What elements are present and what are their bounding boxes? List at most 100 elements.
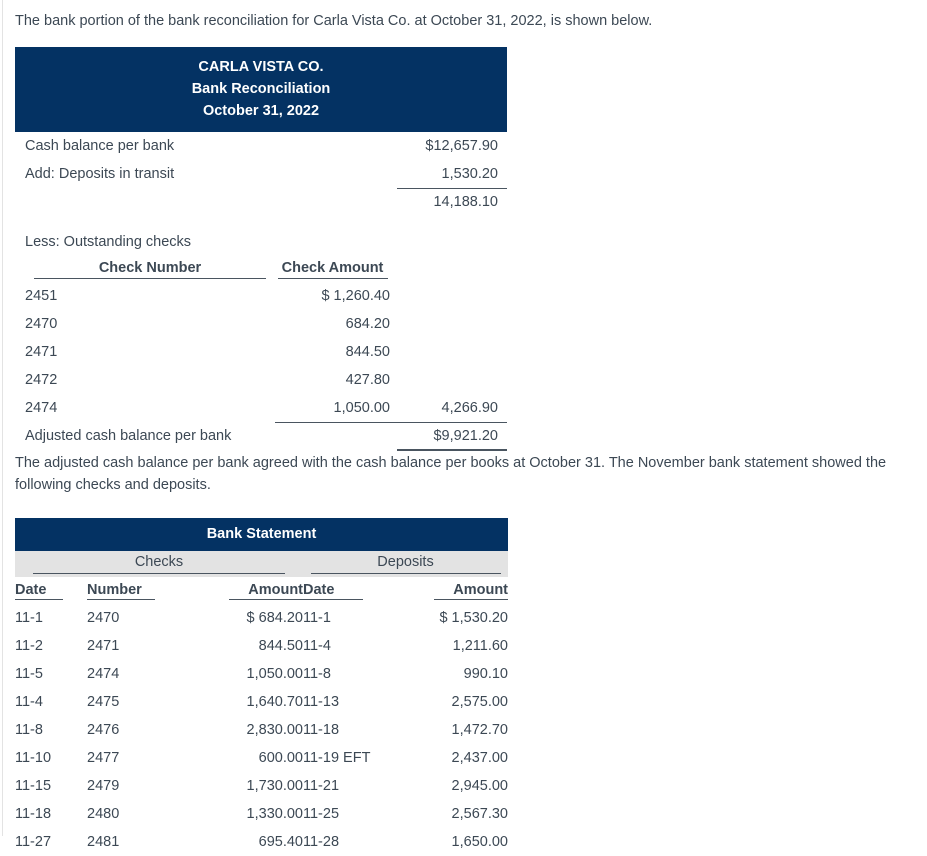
row-subtotal: 14,188.10: [15, 188, 507, 216]
bank-statement-group-headers: Checks Deposits: [15, 551, 508, 577]
cash-balance-value: $12,657.90: [397, 132, 507, 160]
cash-balance-label: Cash balance per bank: [15, 132, 275, 160]
check-date: 11-2: [15, 632, 87, 660]
deposit-amount: 2,575.00: [403, 688, 508, 716]
intro-paragraph: The bank portion of the bank reconciliat…: [15, 11, 913, 32]
deposit-amount: 2,945.00: [403, 772, 508, 800]
deposits-in-transit-value: 1,530.20: [397, 160, 507, 188]
cash-balance-spacer: [275, 132, 397, 160]
outstanding-total: 4,266.90: [397, 394, 507, 422]
deposit-amount: 2,437.00: [403, 744, 508, 772]
check-amount: 1,640.70: [179, 688, 303, 716]
adjusted-balance-value: $9,921.20: [397, 422, 507, 450]
bank-statement-title: Bank Statement: [15, 518, 508, 551]
check-amount: 1,330.00: [179, 800, 303, 828]
adjusted-balance-label: Adjusted cash balance per bank: [15, 422, 275, 450]
less-outstanding-spacer2: [397, 228, 507, 256]
outstanding-total: [397, 282, 507, 310]
deposits-in-transit-spacer: [275, 160, 397, 188]
check-row: 2471844.50: [15, 338, 507, 366]
bank-statement-row: 11-424751,640.7011-132,575.00: [15, 688, 508, 716]
check-amount: 844.50: [275, 338, 397, 366]
check-date: 11-1: [15, 604, 87, 632]
bank-statement-row: 11-272481695.4011-281,650.00: [15, 828, 508, 856]
row-check-column-headers: Check Number Check Amount: [15, 256, 507, 282]
check-date: 11-4: [15, 688, 87, 716]
bank-statement-row: 11-102477600.0011-19 EFT2,437.00: [15, 744, 508, 772]
gap-cell: [15, 216, 275, 228]
check-date: 11-27: [15, 828, 87, 856]
check-number: 2470: [15, 310, 275, 338]
deposit-date: 11-8: [303, 660, 403, 688]
statement-date: October 31, 2022: [15, 100, 507, 122]
bank-statement-row: 11-12470$ 684.2011-1$ 1,530.20: [15, 604, 508, 632]
check-amount: $ 684.20: [179, 604, 303, 632]
group-header-deposits-label: Deposits: [311, 554, 501, 574]
check-amount: 684.20: [275, 310, 397, 338]
outstanding-total: [397, 366, 507, 394]
check-number: 2477: [87, 744, 179, 772]
check-number: 2474: [15, 394, 275, 422]
subtotal-spacer: [275, 188, 397, 216]
check-row: 2451$ 1,260.40: [15, 282, 507, 310]
reconciliation-title-block: CARLA VISTA CO. Bank Reconciliation Octo…: [15, 47, 507, 132]
check-number: 2474: [87, 660, 179, 688]
gap-cell: [397, 216, 507, 228]
check-row: 2470684.20: [15, 310, 507, 338]
check-amount: 427.80: [275, 366, 397, 394]
deposit-date: 11-28: [303, 828, 403, 856]
check-amount: 695.40: [179, 828, 303, 856]
deposit-date: 11-13: [303, 688, 403, 716]
check-row: 2472427.80: [15, 366, 507, 394]
deposit-date: 11-18: [303, 716, 403, 744]
check-amount: 1,730.00: [179, 772, 303, 800]
group-header-deposits: Deposits: [303, 554, 508, 574]
col-check-number-header: Check Number: [15, 256, 275, 282]
col-deposit-date: Date: [303, 577, 403, 604]
row-gap-1: [15, 216, 507, 228]
check-amount: $ 1,260.40: [275, 282, 397, 310]
row-cash-balance: Cash balance per bank $12,657.90: [15, 132, 507, 160]
deposit-amount: 1,650.00: [403, 828, 508, 856]
bank-statement-grid: Date Number Amount Date Amount: [15, 577, 508, 856]
col-check-number-header-label: Check Number: [34, 260, 266, 279]
bank-statement-row: 11-1824801,330.0011-252,567.30: [15, 800, 508, 828]
col-check-amount-header-label: Check Amount: [278, 260, 388, 279]
check-amount: 1,050.00: [179, 660, 303, 688]
reconciliation-body: Cash balance per bank$12,657.90Add: Depo…: [15, 132, 507, 451]
page-left-border: [2, 0, 3, 836]
check-number: 2475: [87, 688, 179, 716]
bank-statement-row: 11-22471844.5011-41,211.60: [15, 632, 508, 660]
deposit-date: 11-25: [303, 800, 403, 828]
company-name: CARLA VISTA CO.: [15, 56, 507, 78]
page-content: The bank portion of the bank reconciliat…: [0, 0, 927, 32]
col-check-number: Number: [87, 577, 179, 604]
deposit-date: 11-21: [303, 772, 403, 800]
less-outstanding-label: Less: Outstanding checks: [15, 228, 275, 256]
deposit-amount: 1,211.60: [403, 632, 508, 660]
deposit-amount: 990.10: [403, 660, 508, 688]
check-number: 2471: [87, 632, 179, 660]
check-date: 11-15: [15, 772, 87, 800]
gap-cell: [275, 216, 397, 228]
middle-paragraph: The adjusted cash balance per bank agree…: [15, 452, 927, 496]
col-check-date: Date: [15, 577, 87, 604]
row-deposits-in-transit: Add: Deposits in transit 1,530.20: [15, 160, 507, 188]
group-header-checks-label: Checks: [33, 554, 285, 574]
check-number: 2480: [87, 800, 179, 828]
deposits-in-transit-label: Add: Deposits in transit: [15, 160, 275, 188]
check-amount: 2,830.00: [179, 716, 303, 744]
less-outstanding-spacer: [275, 228, 397, 256]
deposit-amount: $ 1,530.20: [403, 604, 508, 632]
bank-statement-row: 11-824762,830.0011-181,472.70: [15, 716, 508, 744]
bank-statement-table: Bank Statement Checks Deposits Date Numb…: [15, 518, 508, 856]
subtotal-label: [15, 188, 275, 216]
col-check-amount-header: Check Amount: [275, 256, 397, 282]
check-number: 2476: [87, 716, 179, 744]
check-date: 11-8: [15, 716, 87, 744]
bank-statement-row: 11-524741,050.0011-8990.10: [15, 660, 508, 688]
deposit-date: 11-19 EFT: [303, 744, 403, 772]
check-amount: 600.00: [179, 744, 303, 772]
bank-statement-row: 11-1524791,730.0011-212,945.00: [15, 772, 508, 800]
check-row: 24741,050.004,266.90: [15, 394, 507, 422]
